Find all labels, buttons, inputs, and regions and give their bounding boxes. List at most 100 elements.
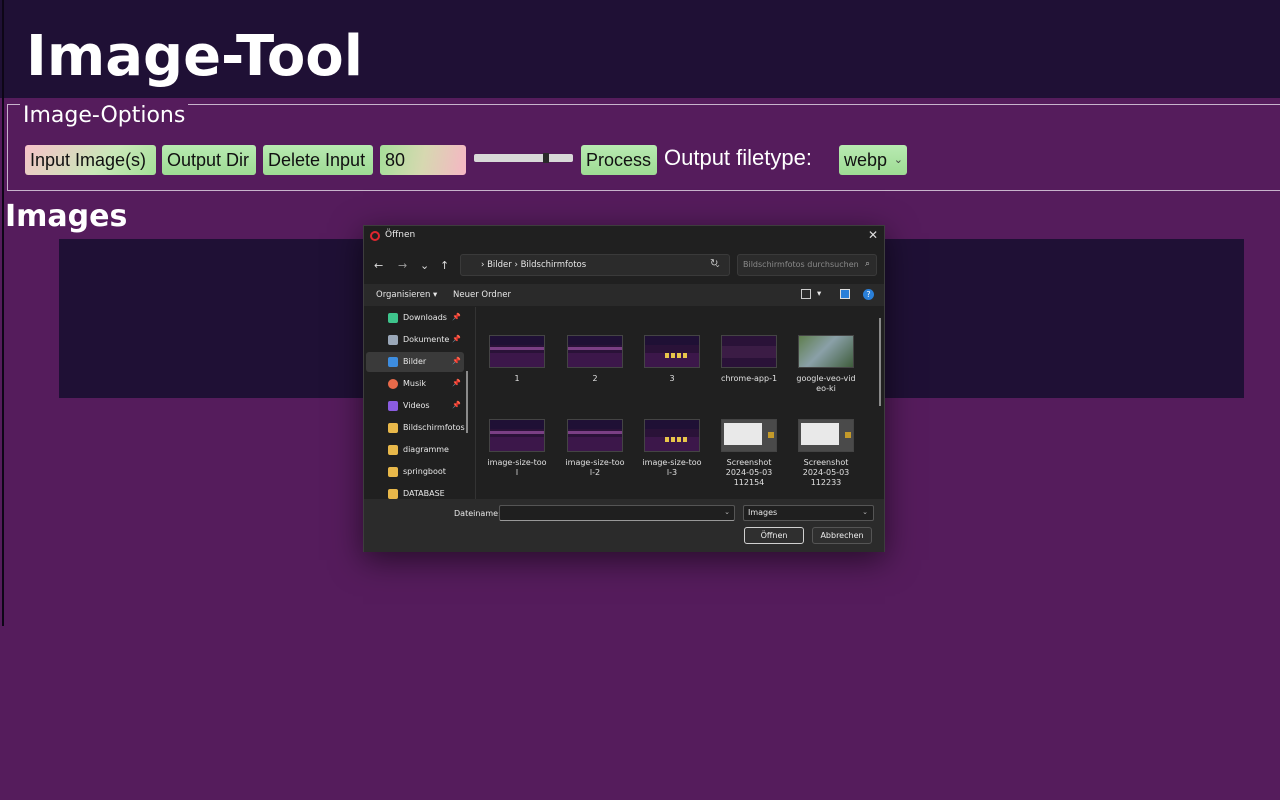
pin-icon: 📌 (452, 357, 461, 365)
image-thumbnail (721, 335, 777, 368)
image-thumbnail (489, 335, 545, 368)
file-name: 2 (592, 374, 598, 383)
video-icon (388, 401, 398, 411)
sidebar-item-database[interactable]: DATABASE (366, 484, 464, 499)
page-title: Image-Tool (26, 24, 363, 89)
output-dir-button[interactable]: Output Dir (162, 145, 256, 175)
pin-icon: 📌 (452, 335, 461, 343)
filename-label: Dateiname: (454, 509, 501, 518)
file-grid-scrollbar[interactable] (879, 318, 881, 406)
sidebar-item-label: Bildschirmfotos (403, 423, 465, 432)
file-name: image-size-too l-3 (642, 458, 702, 477)
dialog-sidebar: Downloads 📌 Dokumente 📌 Bilder 📌 Musik 📌… (364, 307, 474, 499)
output-filetype-select[interactable]: webp ⌄ (839, 145, 907, 175)
dialog-title: Öffnen (385, 230, 416, 240)
chevron-down-icon: ⌄ (862, 508, 868, 516)
pin-icon: 📌 (452, 313, 461, 321)
refresh-icon[interactable]: ↻ (710, 258, 718, 269)
cancel-button[interactable]: Abbrechen (812, 527, 872, 544)
search-icon: ⌕ (864, 259, 870, 269)
sidebar-item-downloads[interactable]: Downloads 📌 (366, 308, 464, 328)
chevron-down-icon[interactable]: ⌄ (724, 508, 730, 516)
image-thumbnail (567, 419, 623, 452)
image-thumbnail (567, 335, 623, 368)
image-thumbnail (644, 419, 700, 452)
file-name: image-size-too l-2 (565, 458, 625, 477)
sidebar-item-label: Dokumente (403, 335, 450, 344)
sidebar-item-diagramme[interactable]: diagramme (366, 440, 464, 460)
file-name: google-veo-vid eo-ki (796, 374, 856, 393)
quality-slider[interactable] (474, 153, 573, 163)
dialog-navbar: ← → ⌄ ↑ › Bilder › Bildschirmfotos ⌄ ↻ B… (364, 252, 884, 278)
dialog-footer: Dateiname: ⌄ Images ⌄ Öffnen Abbrechen (364, 499, 884, 552)
image-thumbnail (798, 419, 854, 452)
view-options-icon[interactable] (801, 289, 811, 299)
sidebar-item-musik[interactable]: Musik 📌 (366, 374, 464, 394)
sidebar-scrollbar[interactable] (466, 371, 468, 433)
folder-icon (388, 423, 398, 433)
chevron-down-icon[interactable]: ▾ (817, 289, 821, 299)
sidebar-item-label: springboot (403, 467, 446, 476)
breadcrumb[interactable]: › Bilder › Bildschirmfotos (481, 260, 586, 270)
slider-thumb[interactable] (543, 153, 549, 163)
folder-icon (388, 467, 398, 477)
file-name: 3 (669, 374, 675, 383)
chevron-down-icon: ⌄ (893, 154, 903, 166)
pin-icon: 📌 (452, 401, 461, 409)
opera-icon (370, 231, 380, 241)
file-grid: 1 2 3 chrome-app-1 google-veo-vid eo-ki … (476, 307, 882, 499)
sidebar-item-label: diagramme (403, 445, 449, 454)
sidebar-item-label: Downloads (403, 313, 447, 322)
image-thumbnail (721, 419, 777, 452)
recent-locations-icon[interactable]: ⌄ (420, 259, 429, 272)
process-button[interactable]: Process (581, 145, 657, 175)
file-name: 1 (514, 374, 520, 383)
dialog-toolbar: Organisieren ▾ Neuer Ordner ▾ ? (364, 284, 884, 306)
pictures-icon (388, 357, 398, 367)
sidebar-item-springboot[interactable]: springboot (366, 462, 464, 482)
preview-pane-icon[interactable] (840, 289, 850, 299)
new-folder-button[interactable]: Neuer Ordner (453, 290, 511, 300)
input-images-button[interactable]: Input Image(s) (25, 145, 156, 175)
open-button[interactable]: Öffnen (744, 527, 804, 544)
image-thumbnail (489, 419, 545, 452)
download-icon (388, 313, 398, 323)
image-thumbnail (798, 335, 854, 368)
folder-icon (388, 445, 398, 455)
search-input[interactable]: Bildschirmfotos durchsuchen ⌕ (737, 254, 877, 276)
image-thumbnail (644, 335, 700, 368)
help-icon[interactable]: ? (863, 289, 874, 300)
close-icon[interactable]: ✕ (868, 228, 878, 242)
quality-input[interactable]: 80 (380, 145, 466, 175)
file-name: chrome-app-1 (720, 374, 778, 383)
output-filetype-label: Output filetype: (664, 145, 812, 170)
filename-input[interactable]: ⌄ (499, 505, 735, 521)
left-divider (2, 0, 4, 626)
file-open-dialog: Öffnen ✕ ← → ⌄ ↑ › Bilder › Bildschirmfo… (363, 225, 885, 552)
sidebar-item-label: Videos (403, 401, 430, 410)
pin-icon: 📌 (452, 379, 461, 387)
search-placeholder: Bildschirmfotos durchsuchen (743, 260, 859, 269)
sidebar-item-bilder[interactable]: Bilder 📌 (366, 352, 464, 372)
sidebar-item-dokumente[interactable]: Dokumente 📌 (366, 330, 464, 350)
sidebar-item-label: Musik (403, 379, 426, 388)
images-heading: Images (5, 199, 128, 234)
filetype-value: Images (748, 508, 778, 517)
file-name: image-size-too l (487, 458, 547, 477)
image-options-legend: Image-Options (20, 103, 189, 129)
dialog-titlebar: Öffnen ✕ (364, 226, 884, 246)
up-icon[interactable]: ↑ (440, 259, 449, 272)
sidebar-item-label: Bilder (403, 357, 427, 366)
organize-button[interactable]: Organisieren ▾ (376, 290, 437, 300)
forward-icon[interactable]: → (398, 259, 407, 272)
delete-input-button[interactable]: Delete Input (263, 145, 373, 175)
folder-icon (388, 489, 398, 499)
sidebar-item-videos[interactable]: Videos 📌 (366, 396, 464, 416)
address-bar[interactable]: › Bilder › Bildschirmfotos ⌄ (460, 254, 730, 276)
back-icon[interactable]: ← (374, 259, 383, 272)
filetype-select[interactable]: Images ⌄ (743, 505, 874, 521)
output-filetype-value: webp (844, 150, 888, 170)
document-icon (388, 335, 398, 345)
music-icon (388, 379, 398, 389)
sidebar-item-bildschirmfotos[interactable]: Bildschirmfotos (366, 418, 465, 438)
